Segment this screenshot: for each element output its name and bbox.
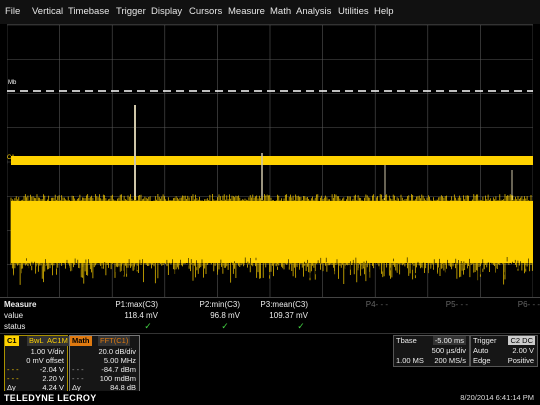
menu-measure[interactable]: Measure [228,6,265,17]
p4-name[interactable]: P4- - - [318,300,388,309]
math-func: FFT(C1) [98,336,131,346]
brand-logo: TELEDYNE LECROY [4,393,97,403]
scope-display[interactable]: Mb C1 [7,24,533,299]
menu-help[interactable]: Help [374,6,394,17]
c1-coupling: BwL [27,336,46,346]
p3-value: 109.37 mV [269,311,308,320]
c1-tag: C1 [5,336,19,346]
c1-spikes [134,105,513,200]
c1-vdiv: 1.00 V/div [30,347,64,356]
p2-status-check-icon: ✓ [221,321,229,331]
p2-value: 96.8 mV [210,311,240,320]
math-cursor-1-icon: - - - [72,365,84,374]
menu-file[interactable]: File [5,6,20,17]
math-scale: 20.0 dB/div [98,347,136,356]
p1-value: 118.4 mV [124,311,158,320]
c1-offset: 0 mV offset [26,356,64,365]
c1-r1: -2.04 V [39,365,64,374]
math-tag: Math [70,336,92,346]
menu-bar: File Vertical Timebase Trigger Display C… [0,0,540,24]
c1-cursor-1-icon: - - - [7,365,19,374]
measure-label: Measure [4,300,37,309]
menu-trigger[interactable]: Trigger [116,6,146,17]
tbase-delay: -5.00 ms [432,336,466,345]
math-freq: 5.00 MHz [103,356,136,365]
tbase-label: Tbase [396,336,417,345]
tbase-points: 1.00 MS [396,356,424,365]
trigger-level: 2.00 V [512,346,534,355]
tbase-div: 500 µs/div [431,346,466,355]
menu-utilities[interactable]: Utilities [338,6,369,17]
p1-name[interactable]: P1:max(C3) [88,300,158,309]
c1-cursor-2-icon: - - - [7,374,19,383]
p3-name[interactable]: P3:mean(C3) [238,300,308,309]
c1-marker: C1 [7,155,15,161]
trigger-tags: C2 DC [508,336,535,345]
c1-descriptor[interactable]: C1 BwL AC1M 1.00 V/div 0 mV offset - - -… [4,335,70,393]
math-r2: -84.7 dBm [101,365,136,374]
p1-status-check-icon: ✓ [144,321,152,331]
c3-noise-trace [10,194,533,285]
c1-trace [11,156,533,165]
trigger-label: Trigger [473,336,497,345]
waveform-area[interactable]: Mb C1 [7,25,533,299]
timebase-descriptor[interactable]: Tbase -5.00 ms 500 µs/div 1.00 MS 200 MS… [393,335,470,367]
trigger-mode: Auto [473,346,489,355]
menu-display[interactable]: Display [151,6,182,17]
mb-marker: Mb [8,80,17,86]
menu-analysis[interactable]: Analysis [296,6,331,17]
p2-name[interactable]: P2:min(C3) [170,300,240,309]
p3-status-check-icon: ✓ [297,321,305,331]
trigger-descriptor[interactable]: Trigger C2 DC Auto 2.00 V Edge Positive [470,335,538,367]
trigger-slope: Positive [507,356,534,365]
math-cursor-2-icon: - - - [72,374,84,383]
descriptor-panel: C1 BwL AC1M 1.00 V/div 0 mV offset - - -… [0,333,540,394]
c1-r2: 2.20 V [42,374,64,383]
menu-cursors[interactable]: Cursors [189,6,222,17]
trigger-type: Edge [473,356,491,365]
p5-name[interactable]: P5- - - [398,300,468,309]
menu-math[interactable]: Math [270,6,291,17]
status-row-label: status [4,322,26,331]
measure-panel: Measure value status P1:max(C3) 118.4 mV… [0,297,540,333]
value-row-label: value [4,311,24,320]
math-descriptor[interactable]: Math FFT(C1) 20.0 dB/div 5.00 MHz - - - … [69,335,140,393]
c1-mode: AC1M [45,336,70,346]
timestamp: 8/20/2014 6:41:14 PM [460,393,534,402]
math-r3: 100 mdBm [99,374,136,383]
menu-timebase[interactable]: Timebase [68,6,109,17]
menu-vertical[interactable]: Vertical [32,6,63,17]
tbase-rate: 200 MS/s [434,356,466,365]
p6-name[interactable]: P6- - - [470,300,540,309]
